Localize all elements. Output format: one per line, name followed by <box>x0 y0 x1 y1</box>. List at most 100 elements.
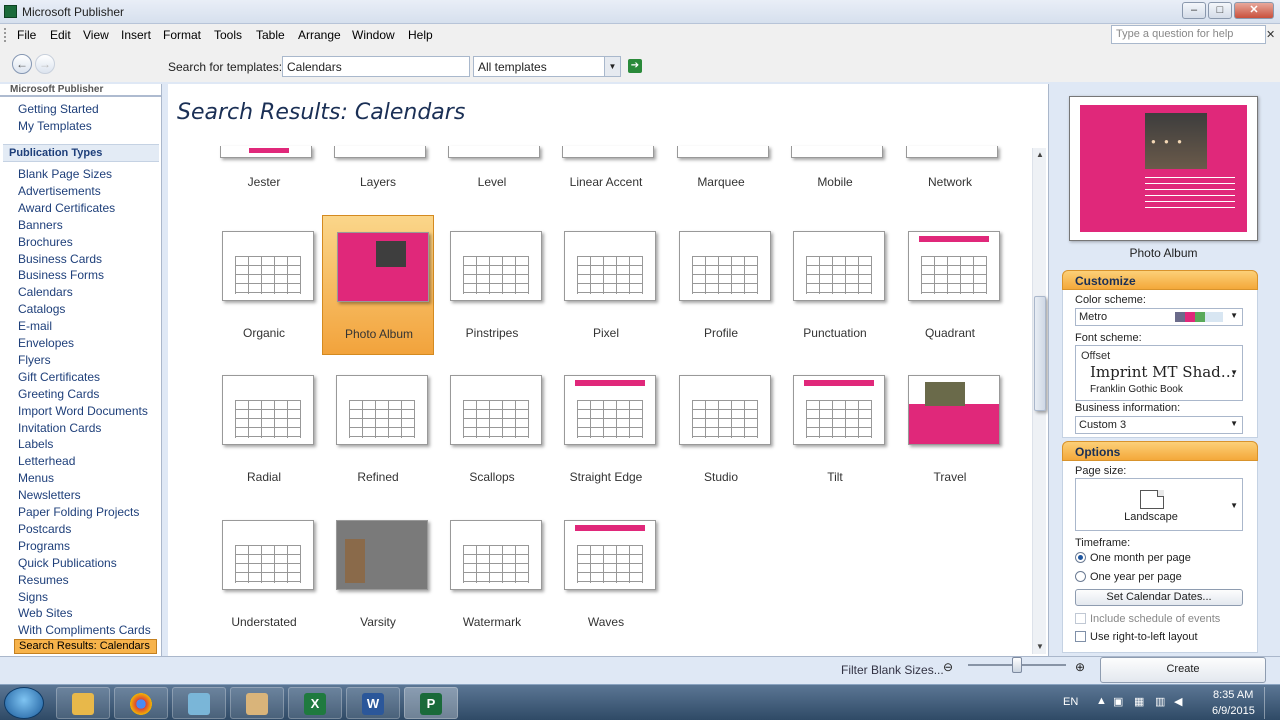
show-desktop-button[interactable] <box>1264 687 1278 719</box>
template-thumbnail[interactable] <box>450 375 542 445</box>
create-button[interactable]: Create <box>1100 657 1266 683</box>
scroll-down-icon[interactable]: ▼ <box>1036 642 1044 651</box>
template-tile-watermark[interactable]: Watermark <box>436 504 548 644</box>
toolbar-grip[interactable] <box>4 28 7 42</box>
menu-edit[interactable]: Edit <box>50 28 71 42</box>
menu-arrange[interactable]: Arrange <box>298 28 341 42</box>
template-label[interactable]: Varsity <box>322 615 434 629</box>
chevron-down-icon[interactable]: ▼ <box>1230 501 1238 510</box>
template-thumbnail[interactable] <box>448 146 540 158</box>
template-thumbnail[interactable] <box>222 375 314 445</box>
zoom-slider-thumb[interactable] <box>1012 657 1022 673</box>
menu-file[interactable]: File <box>17 28 36 42</box>
template-thumbnail[interactable] <box>679 231 771 301</box>
template-label[interactable]: Waves <box>550 615 662 629</box>
template-tile-varsity[interactable]: Varsity <box>322 504 434 644</box>
nav-item-greeting-cards[interactable]: Greeting Cards <box>18 387 99 401</box>
template-tile-refined[interactable]: Refined <box>322 359 434 499</box>
forward-icon[interactable]: → <box>35 54 55 74</box>
menu-insert[interactable]: Insert <box>121 28 151 42</box>
nav-getting-started[interactable]: Getting Started <box>18 102 99 116</box>
font-scheme-select[interactable]: Offset Imprint MT Shad… Franklin Gothic … <box>1075 345 1243 401</box>
taskbar-app[interactable] <box>172 687 226 719</box>
template-label[interactable]: Marquee <box>665 175 777 189</box>
nav-item-invitation-cards[interactable]: Invitation Cards <box>18 421 101 435</box>
include-schedule-checkbox[interactable] <box>1075 613 1086 624</box>
template-thumbnail[interactable] <box>562 146 654 158</box>
template-search-input[interactable]: Calendars <box>282 56 470 77</box>
template-tile-pixel[interactable]: Pixel <box>550 215 662 355</box>
template-label[interactable]: Understated <box>208 615 320 629</box>
chevron-down-icon[interactable]: ▼ <box>1230 419 1238 428</box>
template-label[interactable]: Network <box>894 175 1006 189</box>
template-label[interactable]: Layers <box>322 175 434 189</box>
nav-item-brochures[interactable]: Brochures <box>18 235 73 249</box>
menu-view[interactable]: View <box>83 28 109 42</box>
template-tile-photo-album[interactable]: Photo Album <box>322 215 434 355</box>
taskbar-chrome[interactable] <box>114 687 168 719</box>
taskbar-excel[interactable]: X <box>288 687 342 719</box>
close-button[interactable]: ✕ <box>1234 2 1274 19</box>
color-scheme-select[interactable]: Metro ▼ <box>1075 308 1243 326</box>
template-label[interactable]: Mobile <box>779 175 891 189</box>
chevron-down-icon[interactable]: ▼ <box>1230 311 1238 320</box>
nav-item-with-compliments-cards[interactable]: With Compliments Cards <box>18 623 151 637</box>
template-scope-select[interactable]: All templates ▼ <box>473 56 621 77</box>
nav-item-envelopes[interactable]: Envelopes <box>18 336 74 350</box>
template-thumbnail[interactable] <box>906 146 998 158</box>
template-thumbnail[interactable] <box>564 375 656 445</box>
template-label[interactable]: Photo Album <box>323 327 435 341</box>
tray-arrow-icon[interactable]: ▲ <box>1096 695 1107 707</box>
template-label[interactable]: Level <box>436 175 548 189</box>
template-tile-quadrant[interactable]: Quadrant <box>894 215 1006 355</box>
menu-help[interactable]: Help <box>408 28 433 42</box>
template-thumbnail[interactable] <box>908 375 1000 445</box>
template-tile-tilt[interactable]: Tilt <box>779 359 891 499</box>
nav-my-templates[interactable]: My Templates <box>18 119 92 133</box>
template-label[interactable]: Radial <box>208 470 320 484</box>
template-thumbnail[interactable] <box>564 520 656 590</box>
nav-item-menus[interactable]: Menus <box>18 471 54 485</box>
template-thumbnail[interactable] <box>222 520 314 590</box>
nav-item-blank-page-sizes[interactable]: Blank Page Sizes <box>18 167 112 181</box>
nav-item-business-cards[interactable]: Business Cards <box>18 252 102 266</box>
template-label[interactable]: Tilt <box>779 470 891 484</box>
taskbar-word[interactable]: W <box>346 687 400 719</box>
tray-icon[interactable]: ▣ <box>1113 695 1123 708</box>
nav-item-import-word-documents[interactable]: Import Word Documents <box>18 404 148 418</box>
template-label[interactable]: Scallops <box>436 470 548 484</box>
maximize-button[interactable]: □ <box>1208 2 1232 19</box>
menu-tools[interactable]: Tools <box>214 28 242 42</box>
template-tile-pinstripes[interactable]: Pinstripes <box>436 215 548 355</box>
radio-one-month[interactable] <box>1075 552 1086 563</box>
nav-item-business-forms[interactable]: Business Forms <box>18 268 104 282</box>
template-label[interactable]: Organic <box>208 326 320 340</box>
nav-item-catalogs[interactable]: Catalogs <box>18 302 65 316</box>
scroll-up-icon[interactable]: ▲ <box>1036 150 1044 159</box>
nav-item-web-sites[interactable]: Web Sites <box>18 606 72 620</box>
template-label[interactable]: Straight Edge <box>550 470 662 484</box>
nav-item-letterhead[interactable]: Letterhead <box>18 454 75 468</box>
template-label[interactable]: Quadrant <box>894 326 1006 340</box>
gallery-scrollbar[interactable]: ▲ ▼ <box>1032 148 1046 654</box>
nav-item-signs[interactable]: Signs <box>18 590 48 604</box>
template-tile-straight-edge[interactable]: Straight Edge <box>550 359 662 499</box>
zoom-out-icon[interactable]: ⊖ <box>943 660 953 674</box>
template-thumbnail[interactable] <box>334 146 426 158</box>
template-thumbnail[interactable] <box>336 520 428 590</box>
template-tile-waves[interactable]: Waves <box>550 504 662 644</box>
taskbar-publisher[interactable]: P <box>404 687 458 719</box>
template-tile-radial[interactable]: Radial <box>208 359 320 499</box>
template-tile-studio[interactable]: Studio <box>665 359 777 499</box>
nav-item-programs[interactable]: Programs <box>18 539 70 553</box>
nav-item-e-mail[interactable]: E-mail <box>18 319 52 333</box>
tray-icon[interactable]: ▦ <box>1134 695 1144 708</box>
template-label[interactable]: Studio <box>665 470 777 484</box>
template-label[interactable]: Jester <box>208 175 320 189</box>
minimize-button[interactable]: – <box>1182 2 1206 19</box>
template-label[interactable]: Profile <box>665 326 777 340</box>
menu-format[interactable]: Format <box>163 28 201 42</box>
taskbar-explorer[interactable] <box>56 687 110 719</box>
volume-icon[interactable]: ◀ <box>1174 695 1182 708</box>
template-thumbnail[interactable] <box>450 520 542 590</box>
